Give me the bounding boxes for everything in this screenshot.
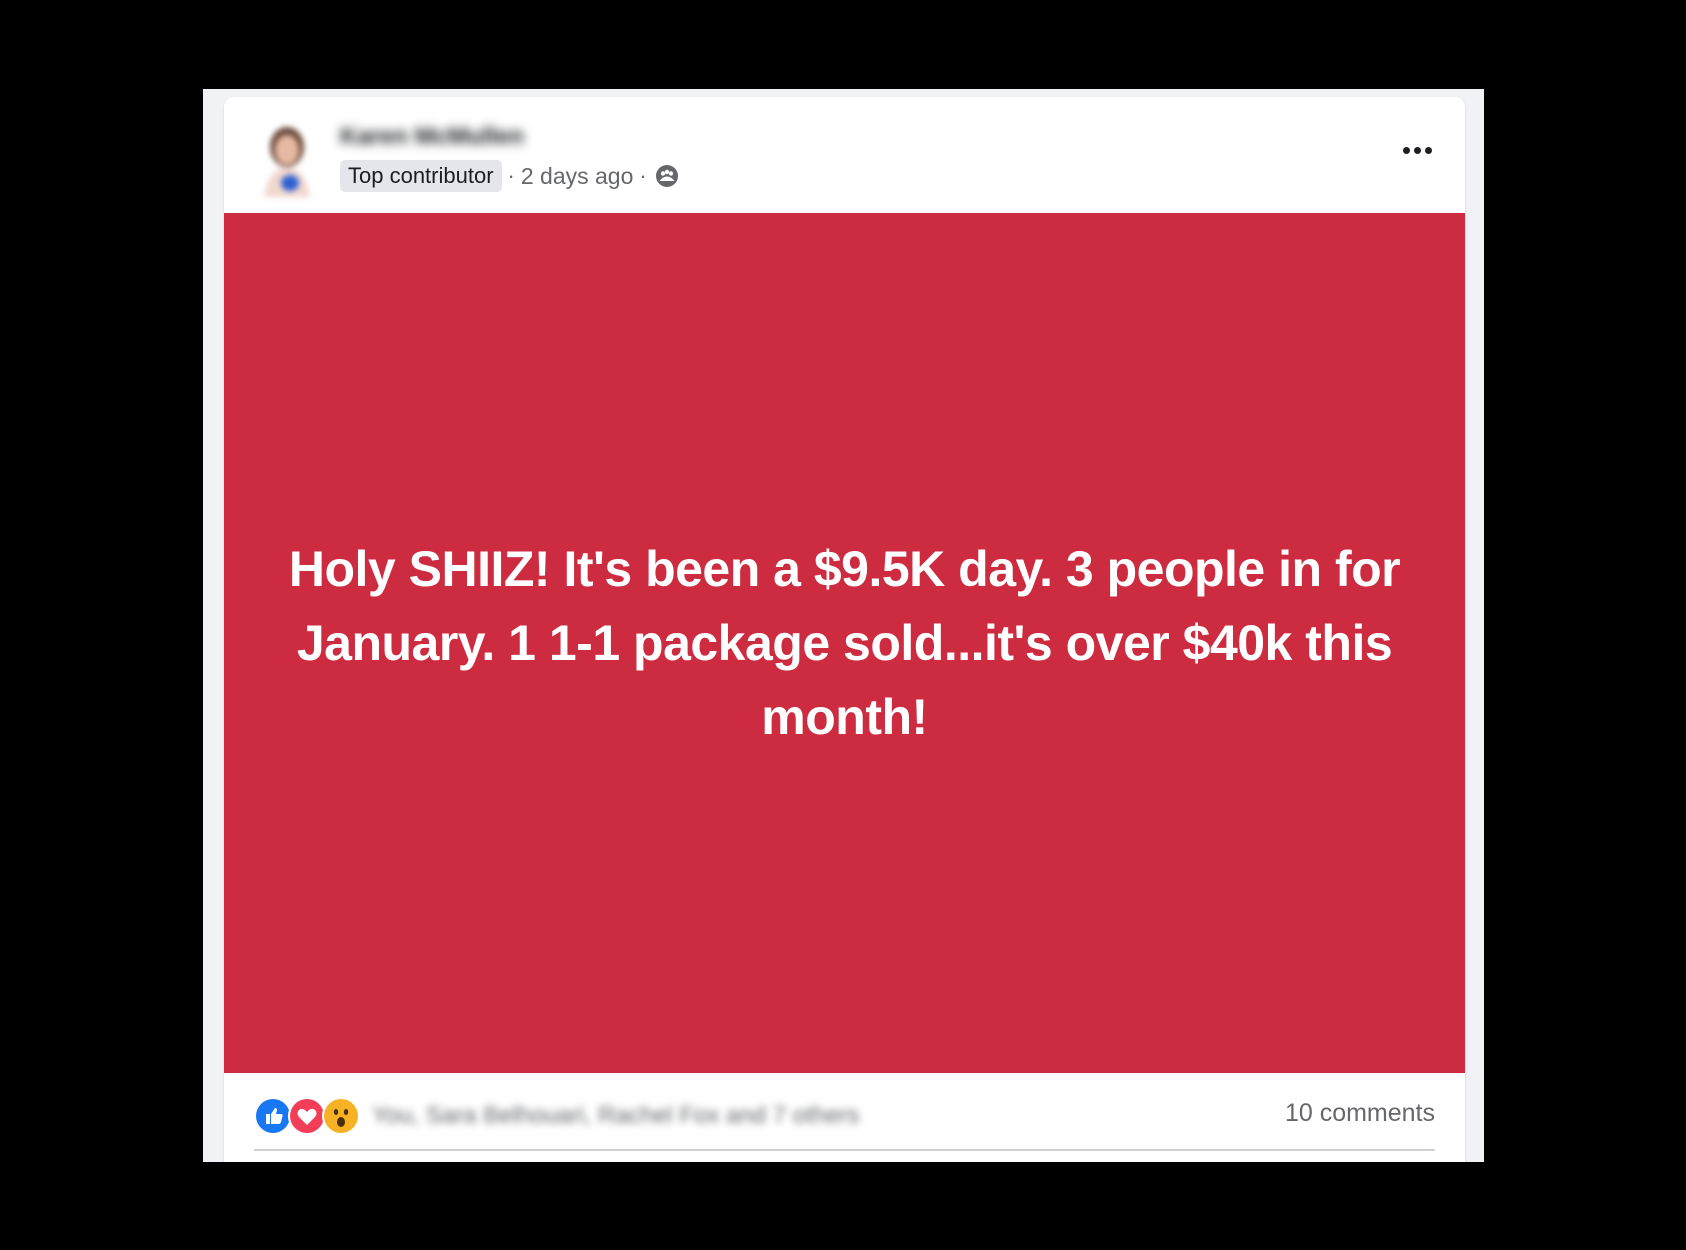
avatar[interactable] xyxy=(254,117,320,197)
more-options-icon[interactable] xyxy=(1395,135,1439,165)
post-text: Holy SHIIZ! It's been a $9.5K day. 3 peo… xyxy=(288,541,1401,745)
footer-divider xyxy=(254,1149,1435,1151)
group-privacy-icon xyxy=(655,164,679,188)
post-timestamp[interactable]: 2 days ago xyxy=(521,163,634,190)
reaction-summary[interactable]: You, Sara Belhouari, Rachel Fox and 7 ot… xyxy=(254,1097,859,1135)
meta-separator: · xyxy=(639,163,647,188)
like-icon xyxy=(254,1097,292,1135)
love-icon xyxy=(288,1097,326,1135)
author-name[interactable]: Karen McMullen xyxy=(340,123,524,151)
comments-count[interactable]: 10 comments xyxy=(1285,1099,1435,1128)
post-meta: Top contributor · 2 days ago · xyxy=(340,159,679,193)
post-header: Karen McMullen Top contributor · 2 days … xyxy=(224,97,1465,213)
reactors-list[interactable]: You, Sara Belhouari, Rachel Fox and 7 ot… xyxy=(372,1102,859,1130)
meta-separator: · xyxy=(507,163,515,188)
wow-icon xyxy=(322,1097,360,1135)
post-card: Karen McMullen Top contributor · 2 days … xyxy=(224,97,1465,1162)
screenshot-frame: Karen McMullen Top contributor · 2 days … xyxy=(203,89,1484,1162)
post-background: Holy SHIIZ! It's been a $9.5K day. 3 peo… xyxy=(224,213,1465,1073)
top-contributor-badge[interactable]: Top contributor xyxy=(340,160,502,192)
post-footer: You, Sara Belhouari, Rachel Fox and 7 ot… xyxy=(224,1073,1465,1162)
